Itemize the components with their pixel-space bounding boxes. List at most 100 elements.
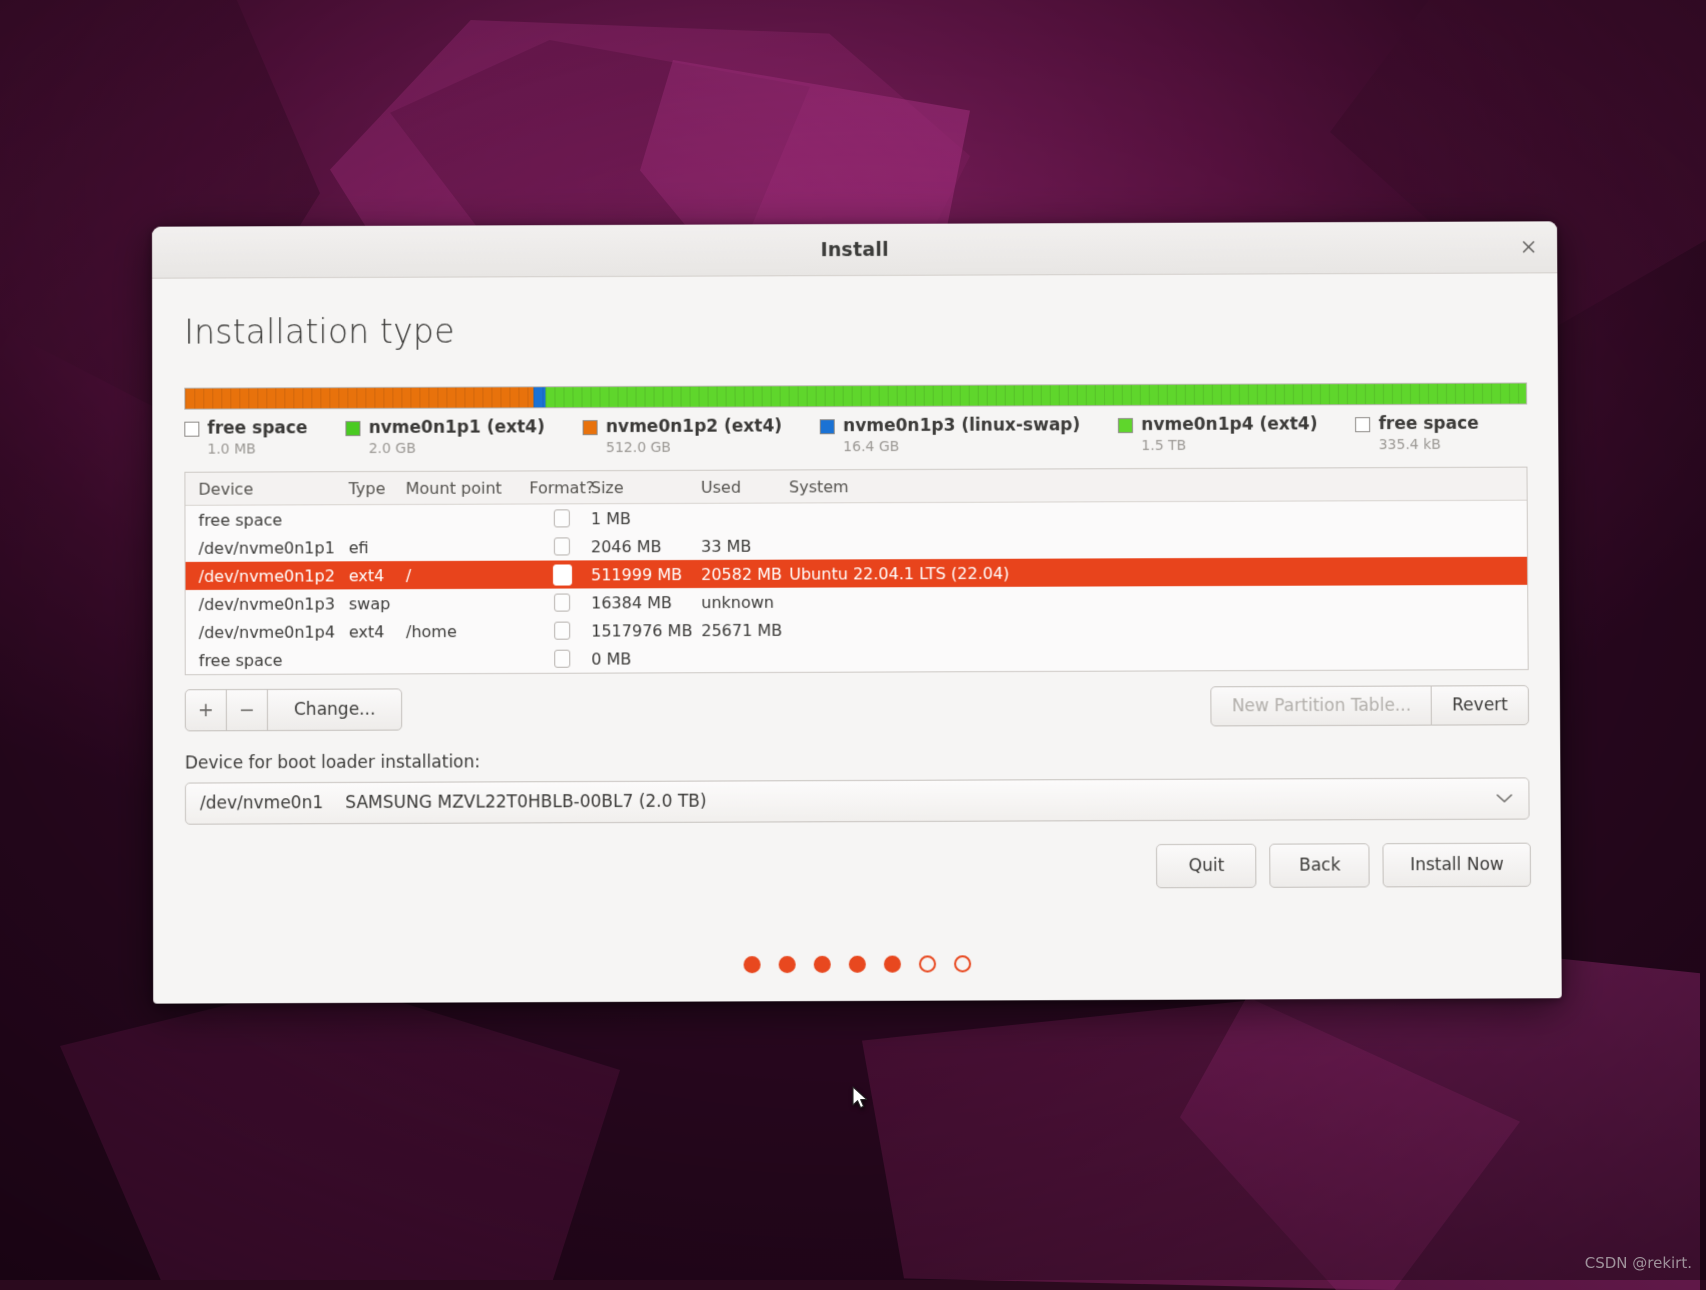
cell-size: 16384 MB: [591, 593, 701, 612]
new-partition-table-button[interactable]: New Partition Table...: [1211, 685, 1432, 726]
legend-item: free space335.4 kB: [1355, 414, 1478, 454]
cell-size: 1517976 MB: [591, 621, 701, 640]
quit-button[interactable]: Quit: [1156, 844, 1256, 889]
legend-size: 16.4 GB: [843, 438, 1080, 455]
progress-dot: [884, 956, 901, 973]
cell-used: 33 MB: [701, 536, 789, 555]
cell-device: /dev/nvme0n1p3: [186, 594, 349, 614]
format-checkbox[interactable]: [554, 594, 570, 612]
legend-item: free space 1.0 MB: [184, 418, 307, 458]
navigation-buttons: Quit Back Install Now: [1156, 843, 1531, 889]
change-partition-button[interactable]: Change...: [267, 688, 403, 731]
legend-color-swatch: [583, 420, 598, 435]
watermark: CSDN @rekirt.: [1585, 1254, 1692, 1272]
column-header-device[interactable]: Device: [185, 479, 348, 499]
legend-color-swatch: [346, 421, 361, 436]
legend-item: nvme0n1p1 (ext4) 2.0 GB: [346, 417, 545, 457]
format-checkbox[interactable]: [554, 650, 570, 668]
progress-dot: [744, 956, 761, 973]
window-body: Installation type free space 1.0 MB nvme0n…: [152, 273, 1562, 1003]
format-checkbox[interactable]: [554, 622, 570, 640]
cell-system: Ubuntu 22.04.1 LTS (22.04): [789, 561, 1527, 583]
legend-label: free space: [207, 418, 307, 438]
column-header-mount-point[interactable]: Mount point: [406, 478, 533, 498]
cell-used: unknown: [701, 592, 789, 611]
cell-device: /dev/nvme0n1p2: [186, 566, 349, 586]
legend-label: free space: [1378, 414, 1478, 434]
cell-type: swap: [349, 594, 406, 613]
legend-label: nvme0n1p4 (ext4): [1141, 414, 1317, 435]
cell-mount-point: /home: [406, 621, 533, 641]
legend-item: nvme0n1p2 (ext4) 512.0 GB: [583, 416, 782, 456]
window-title: Install: [820, 238, 888, 260]
column-header-format[interactable]: Format?: [533, 478, 591, 497]
cell-used: 25671 MB: [701, 620, 789, 639]
cell-format: [533, 537, 591, 555]
wallpaper-polygon: [60, 980, 620, 1280]
partition-usage-bar: [184, 382, 1527, 409]
legend-color-swatch: [184, 421, 199, 436]
bootloader-device-select[interactable]: /dev/nvme0n1 SAMSUNG MZVL22T0HBLB-00BL7 …: [185, 777, 1530, 824]
table-row[interactable]: free space 0 MB: [186, 641, 1528, 674]
cell-type: ext4: [349, 566, 406, 585]
table-header-row: Device Type Mount point Format? Size Use…: [185, 468, 1526, 506]
legend-label: nvme0n1p1 (ext4): [369, 417, 545, 438]
cell-system: [790, 655, 1528, 658]
cell-format: [533, 622, 591, 640]
cell-format: [533, 593, 591, 611]
back-button[interactable]: Back: [1270, 843, 1370, 888]
partition-table-actions: + − Change... New Partition Table... Rev…: [185, 684, 1529, 731]
legend-label: nvme0n1p2 (ext4): [606, 416, 782, 437]
legend-color-swatch: [1355, 417, 1370, 432]
partition-edit-buttons: + − Change...: [185, 688, 403, 731]
cell-system: [789, 543, 1527, 546]
format-checkbox[interactable]: [552, 564, 571, 585]
progress-dot: [919, 955, 936, 972]
close-icon[interactable]: [1513, 232, 1543, 262]
revert-button[interactable]: Revert: [1431, 685, 1529, 726]
title-bar: Install: [152, 221, 1557, 278]
partition-table-buttons: New Partition Table... Revert: [1211, 685, 1529, 726]
format-checkbox[interactable]: [554, 537, 570, 555]
cell-format: [533, 564, 591, 585]
legend-size: 1.0 MB: [207, 441, 307, 457]
legend-label: nvme0n1p3 (linux-swap): [843, 415, 1080, 436]
cell-size: 1 MB: [591, 508, 701, 527]
column-header-system[interactable]: System: [789, 474, 1527, 496]
partition-bar-segment: [185, 387, 534, 408]
legend-color-swatch: [1118, 418, 1133, 433]
partition-table: Device Type Mount point Format? Size Use…: [184, 467, 1528, 676]
progress-dot: [814, 956, 831, 973]
cell-device: /dev/nvme0n1p1: [186, 538, 349, 558]
cell-size: 0 MB: [591, 649, 701, 668]
installer-window: Install Installation type free space 1.0 …: [152, 221, 1562, 1003]
bootloader-label: Device for boot loader installation:: [185, 748, 1530, 773]
cell-type: ext4: [349, 622, 406, 641]
page-title: Installation type: [184, 307, 1528, 351]
cell-system: [789, 627, 1527, 630]
cell-device: free space: [185, 510, 348, 530]
legend-size: 1.5 TB: [1141, 437, 1317, 454]
progress-dot: [954, 955, 971, 972]
table-body: free space1 MB/dev/nvme0n1p1efi2046 MB33…: [185, 501, 1527, 675]
format-checkbox[interactable]: [554, 509, 570, 527]
column-header-used[interactable]: Used: [701, 477, 789, 496]
install-now-button[interactable]: Install Now: [1383, 843, 1531, 888]
add-partition-button[interactable]: +: [185, 689, 227, 731]
bootloader-device-path: /dev/nvme0n1: [200, 793, 323, 814]
cell-format: [533, 509, 591, 527]
cell-device: free space: [186, 650, 349, 670]
partition-legend: free space1.0 MBnvme0n1p1 (ext4)2.0 GBnv…: [184, 414, 1527, 458]
legend-size: 512.0 GB: [606, 439, 782, 456]
partition-bar-segment: [534, 387, 545, 407]
cell-mount-point: /: [406, 565, 533, 585]
cell-size: 511999 MB: [591, 564, 701, 583]
legend-item: nvme0n1p4 (ext4) 1.5 TB: [1118, 414, 1317, 454]
progress-dot: [849, 956, 866, 973]
legend-size: 2.0 GB: [369, 440, 545, 457]
column-header-size[interactable]: Size: [591, 477, 701, 496]
remove-partition-button[interactable]: −: [226, 689, 268, 731]
legend-item: nvme0n1p3 (linux-swap) 16.4 GB: [820, 415, 1080, 455]
cell-device: /dev/nvme0n1p4: [186, 622, 349, 642]
column-header-type[interactable]: Type: [349, 478, 406, 497]
